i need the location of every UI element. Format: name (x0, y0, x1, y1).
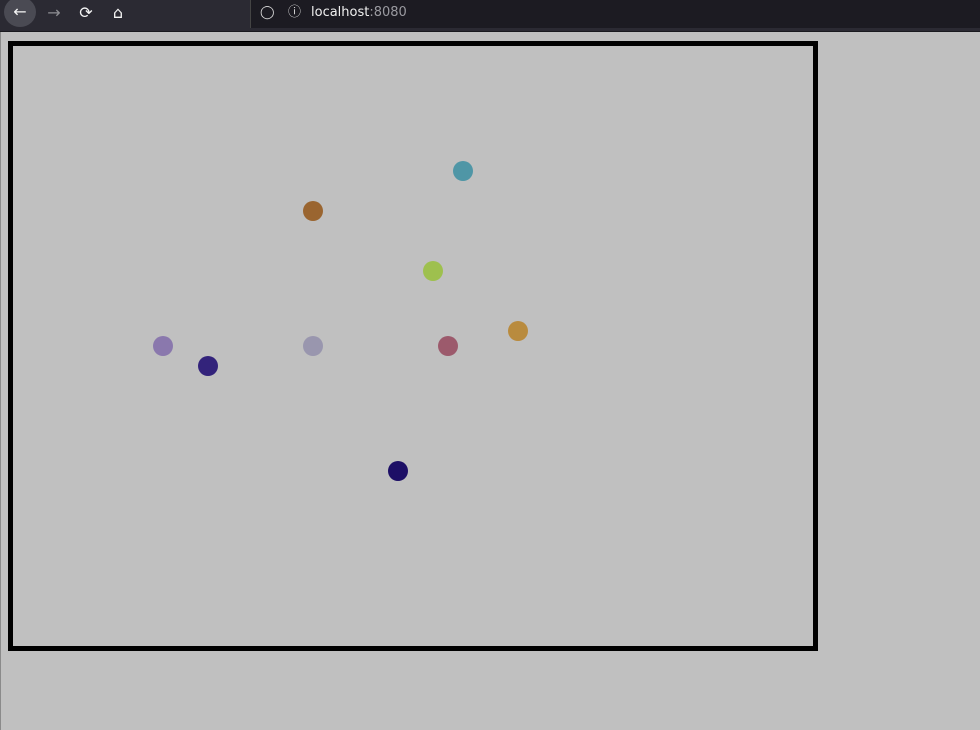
ball-navy (388, 461, 408, 481)
back-button[interactable]: ← (4, 0, 36, 27)
ball-lavender (153, 336, 173, 356)
shield-icon[interactable]: ◯ (260, 5, 275, 21)
page-left-border (0, 32, 1, 730)
ball-gold (508, 321, 528, 341)
home-button[interactable]: ⌂ (102, 0, 134, 26)
ball-rose (438, 336, 458, 356)
browser-toolbar: ← → ⟳ ⌂ ◯ ⓘ localhost:8080 (0, 0, 980, 32)
arrow-left-icon: ← (13, 2, 27, 21)
url-port: :8080 (369, 5, 407, 20)
home-icon: ⌂ (112, 3, 124, 22)
info-icon[interactable]: ⓘ (288, 5, 301, 21)
ball-brown (303, 201, 323, 221)
reload-button[interactable]: ⟳ (70, 0, 102, 26)
ball-teal (453, 161, 473, 181)
forward-button[interactable]: → (38, 0, 70, 26)
arrow-right-icon: → (47, 3, 61, 22)
ball-grey-violet (303, 336, 323, 356)
url-text[interactable]: localhost:8080 (311, 5, 407, 21)
ball-lime (423, 261, 443, 281)
url-host: localhost (311, 5, 370, 20)
address-bar[interactable]: ◯ ⓘ localhost:8080 (250, 0, 980, 28)
reload-icon: ⟳ (79, 3, 93, 22)
ball-indigo (198, 356, 218, 376)
game-canvas[interactable] (8, 41, 818, 651)
